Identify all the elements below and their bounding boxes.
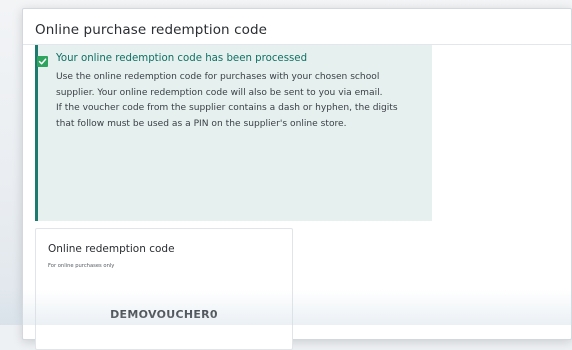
alert-body: Use the online redemption code for purch… [56, 70, 411, 132]
checkbox-checked-icon [37, 56, 48, 67]
card-title: Online redemption code [48, 243, 175, 255]
page-title: Online purchase redemption code [35, 22, 268, 38]
alert-paragraph-2: If the voucher code from the supplier co… [56, 103, 398, 129]
card-subtitle: For online purchases only [48, 263, 115, 269]
redemption-code-card: Online redemption code For online purcha… [35, 228, 293, 350]
alert-paragraph-1: Use the online redemption code for purch… [56, 72, 383, 98]
redemption-panel: Online purchase redemption code Your onl… [22, 8, 572, 350]
alert-heading: Your online redemption code has been pro… [56, 53, 308, 64]
voucher-code[interactable]: DEMOVOUCHER0 [36, 308, 292, 321]
